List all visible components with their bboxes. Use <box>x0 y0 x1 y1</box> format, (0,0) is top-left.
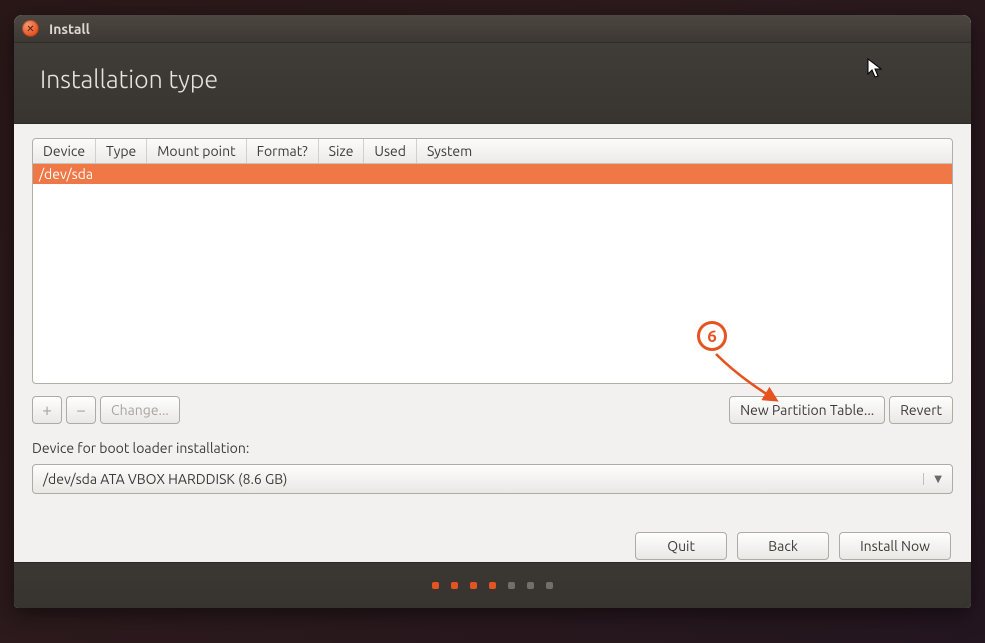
install-window: ✕ Install Installation type Device Type … <box>14 15 971 608</box>
dot <box>470 582 477 589</box>
partition-toolbar: + − Change... New Partition Table... Rev… <box>32 396 953 424</box>
annotation-step-number: 6 <box>707 327 717 346</box>
content-area: Device Type Mount point Format? Size Use… <box>14 124 971 574</box>
dot <box>527 582 534 589</box>
table-row[interactable]: /dev/sda <box>33 164 952 184</box>
col-device[interactable]: Device <box>33 139 96 163</box>
table-body[interactable]: /dev/sda <box>33 164 952 383</box>
window-title: Install <box>49 21 90 37</box>
titlebar: ✕ Install <box>14 15 971 43</box>
annotation-step-circle: 6 <box>697 321 727 351</box>
col-type[interactable]: Type <box>96 139 147 163</box>
col-format[interactable]: Format? <box>247 139 319 163</box>
close-icon[interactable]: ✕ <box>22 20 39 37</box>
dot <box>508 582 515 589</box>
action-row: Quit Back Install Now <box>32 532 951 560</box>
chevron-down-icon: ▼ <box>923 473 942 485</box>
change-button[interactable]: Change... <box>100 396 180 424</box>
progress-dots <box>14 562 971 608</box>
col-used[interactable]: Used <box>364 139 417 163</box>
col-mount[interactable]: Mount point <box>147 139 246 163</box>
col-system[interactable]: System <box>417 139 952 163</box>
dot <box>451 582 458 589</box>
bootloader-label: Device for boot loader installation: <box>32 440 953 456</box>
page-title: Installation type <box>14 43 971 124</box>
bootloader-select[interactable]: /dev/sda ATA VBOX HARDDISK (8.6 GB) ▼ <box>32 464 953 494</box>
quit-button[interactable]: Quit <box>635 532 727 560</box>
back-button[interactable]: Back <box>737 532 829 560</box>
partition-table: Device Type Mount point Format? Size Use… <box>32 138 953 384</box>
dot <box>546 582 553 589</box>
col-size[interactable]: Size <box>319 139 365 163</box>
bootloader-selected: /dev/sda ATA VBOX HARDDISK (8.6 GB) <box>43 471 287 487</box>
revert-button[interactable]: Revert <box>889 396 953 424</box>
dot <box>489 582 496 589</box>
table-header: Device Type Mount point Format? Size Use… <box>33 139 952 164</box>
new-partition-table-button[interactable]: New Partition Table... <box>729 396 885 424</box>
install-now-button[interactable]: Install Now <box>839 532 951 560</box>
add-button[interactable]: + <box>32 396 62 424</box>
dot <box>432 582 439 589</box>
remove-button[interactable]: − <box>66 396 96 424</box>
